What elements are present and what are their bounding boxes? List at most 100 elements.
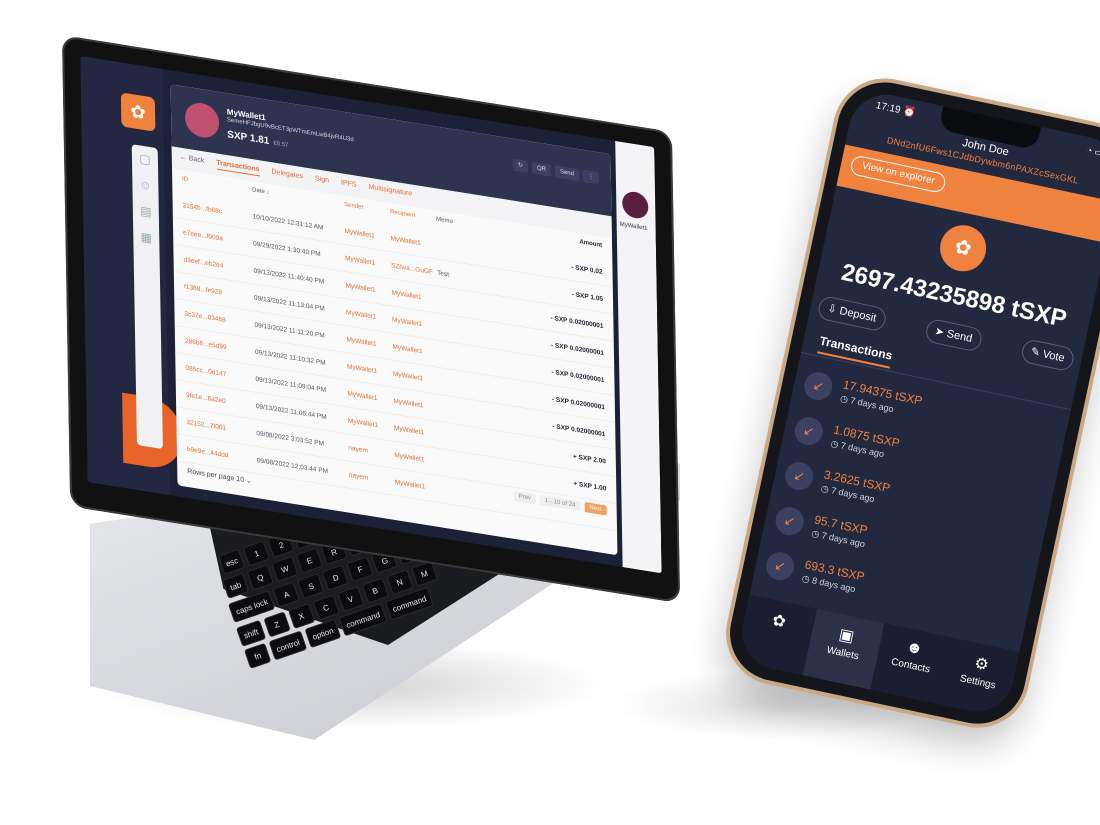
tx-memo: Test <box>436 269 450 279</box>
tx-date: 09/13/2022 11:10:32 PM <box>254 348 326 367</box>
tx-sender[interactable]: MyWallet1 <box>347 390 393 404</box>
tx-date: 09/13/2022 11:05:44 PM <box>255 402 327 421</box>
tx-id-link[interactable]: 9fe1e...6a2e0 <box>186 391 256 409</box>
tx-memo <box>438 354 498 364</box>
tx-recipient[interactable]: MyWallet1 <box>395 478 441 492</box>
tx-id-link[interactable]: 085cc...0d147 <box>185 364 255 382</box>
phone-transactions-list: ↙ 17.94375 tSXP ◷ 7 days ago ↙ 1.0875 tSXP ◷ … <box>761 364 1063 643</box>
qr-button[interactable]: QR <box>531 161 552 177</box>
tx-sender[interactable]: MyWallet1 <box>346 309 392 323</box>
tx-recipient[interactable]: MyWallet1 <box>391 235 437 249</box>
tx-recipient[interactable]: SZhva...GuGF <box>391 262 437 276</box>
arrow-down-left-icon: ↙ <box>801 369 835 403</box>
send-button[interactable]: ➤ Send <box>923 317 984 353</box>
tx-id-link[interactable]: 3154b...fb68c <box>183 202 253 220</box>
wallet-balance: SXP 1.81 €0.57 <box>227 129 288 150</box>
tx-id-link[interactable]: e7eee...f009a <box>183 229 253 247</box>
tx-sender[interactable]: MyWallet1 <box>346 336 392 350</box>
deposit-label: Deposit <box>838 305 878 325</box>
tx-sender[interactable]: nayem <box>348 444 394 458</box>
tx-sender[interactable]: MyWallet1 <box>345 254 391 268</box>
arrow-down-left-icon: ↙ <box>772 504 807 538</box>
app-logo-icon[interactable]: ✿ <box>120 92 156 132</box>
right-wallet-label: MyWallet1 <box>619 221 648 233</box>
wallet-balance-fiat: €0.57 <box>273 140 289 149</box>
arrow-down-left-icon: ↙ <box>792 414 826 448</box>
clock-icon: ◷ <box>839 393 850 405</box>
header-actions: ↻ QR Send ⋮ <box>512 158 600 185</box>
laptop-screen: ✿ ▢ ☺ ▤ ▦ MyWallet1 SemeHFJbgU9vBcET3pWT… <box>80 55 662 574</box>
tx-date: 09/13/2022 11:13:04 PM <box>253 294 325 313</box>
right-wallet-panel: MyWallet1 <box>615 140 662 574</box>
tx-id-link[interactable]: f1368...fe928 <box>184 283 254 301</box>
clock-icon: ◷ <box>810 528 821 540</box>
product-mockup-scene: esc1234567890-=tabQWERTYUIOPcaps lockASD… <box>0 0 1100 825</box>
tx-memo <box>440 462 500 472</box>
wallet-balance-value: SXP 1.81 <box>227 129 270 147</box>
deposit-button[interactable]: ⇩ Deposit <box>816 294 888 333</box>
app-sidebar: ✿ ▢ ☺ ▤ ▦ <box>80 55 184 496</box>
vote-icon: ✎ <box>1029 345 1042 360</box>
wallet-avatar <box>184 100 220 141</box>
tx-id-link[interactable]: 286b6...e5d99 <box>185 337 255 355</box>
nav-settings[interactable]: ⚙ Settings <box>938 637 1020 718</box>
tab-ipfs[interactable]: IPFS <box>341 179 357 192</box>
deposit-icon: ⇩ <box>826 302 838 317</box>
tab-sign[interactable]: Sign <box>315 175 329 187</box>
tx-date: 10/10/2022 12:31:12 AM <box>252 212 324 232</box>
apps-icon[interactable]: ▦ <box>133 222 159 252</box>
tx-id-link[interactable]: 32152...7f001 <box>186 418 256 436</box>
send-button[interactable]: Send <box>554 165 580 182</box>
wallet-main-panel: MyWallet1 SemeHFJbgU9vBcET3pWTmEmLwB4jvR… <box>170 84 618 556</box>
clock-time: 17:19 <box>874 100 902 117</box>
tx-recipient[interactable]: MyWallet1 <box>392 316 438 330</box>
tab-delegates[interactable]: Delegates <box>271 168 303 183</box>
tab-multisignature[interactable]: Multisignature <box>369 184 413 201</box>
tx-recipient[interactable]: MyWallet1 <box>394 424 440 438</box>
view-on-explorer-button[interactable]: View on explorer <box>849 154 948 194</box>
tx-sender[interactable]: nayem <box>349 471 395 485</box>
sidebar-nav: ▢ ☺ ▤ ▦ <box>131 144 163 450</box>
tx-sender[interactable]: MyWallet1 <box>348 417 394 431</box>
status-time: 17:19 ⏰ <box>875 100 917 119</box>
tx-date: 09/13/2022 11:11:20 PM <box>254 321 325 340</box>
logo-icon: ✿ <box>770 611 788 632</box>
wallet-icon: ▣ <box>837 626 856 646</box>
tx-memo <box>439 381 499 391</box>
tx-memo <box>440 435 500 445</box>
wallet-coin-icon: ✿ <box>935 220 991 276</box>
tx-sender[interactable]: MyWallet1 <box>345 282 391 296</box>
tx-id-link[interactable]: b9e9e...44ddd <box>187 445 257 463</box>
tx-id-link[interactable]: d3eef...eb2e4 <box>183 256 253 274</box>
tab-transactions[interactable]: Transactions <box>216 159 260 177</box>
tx-memo <box>441 489 501 499</box>
vote-label: Vote <box>1041 348 1066 365</box>
vote-button[interactable]: ✎ Vote <box>1019 337 1076 373</box>
tx-date: 09/13/2022 11:09:04 PM <box>255 375 327 394</box>
tx-memo <box>438 300 498 310</box>
tx-recipient[interactable]: MyWallet1 <box>392 343 438 357</box>
tx-date: 09/08/2022 12:03:44 PM <box>256 456 329 475</box>
wallet-avatar-small[interactable] <box>622 189 649 221</box>
tx-recipient[interactable]: MyWallet1 <box>393 397 439 411</box>
status-icons: ◔ ▭ <box>1086 145 1100 159</box>
tx-recipient[interactable]: MyWallet1 <box>391 289 437 303</box>
tx-date: 09/13/2022 11:40:40 PM <box>253 266 325 286</box>
tx-memo <box>439 408 499 418</box>
alarm-icon: ⏰ <box>901 105 917 120</box>
refresh-button[interactable]: ↻ <box>512 158 529 174</box>
battery-icon: ▭ <box>1093 146 1100 159</box>
tx-recipient[interactable]: MyWallet1 <box>394 451 440 465</box>
back-link[interactable]: ← Back <box>180 154 205 168</box>
tx-recipient[interactable]: MyWallet1 <box>393 370 439 384</box>
tx-id-link[interactable]: 3c37e...03468 <box>184 310 254 328</box>
laptop-lid: ✿ ▢ ☺ ▤ ▦ MyWallet1 SemeHFJbgU9vBcET3pWT… <box>62 35 681 604</box>
tx-memo <box>437 246 497 256</box>
tx-memo <box>438 327 498 337</box>
arrow-down-left-icon: ↙ <box>763 549 797 583</box>
tx-date: 09/08/2022 3:03:52 PM <box>256 429 325 448</box>
clock-icon: ◷ <box>801 573 811 585</box>
more-button[interactable]: ⋮ <box>582 169 600 185</box>
tx-sender[interactable]: MyWallet1 <box>345 227 391 241</box>
tx-sender[interactable]: MyWallet1 <box>347 363 393 377</box>
